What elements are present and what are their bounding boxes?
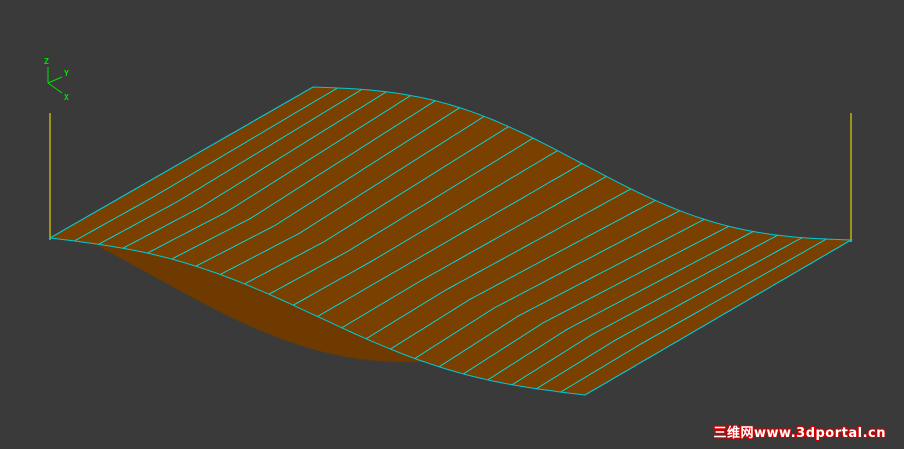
x-axis-line (47, 82, 63, 94)
y-axis-line (47, 76, 63, 84)
x-axis-label: X (64, 93, 69, 102)
watermark: 三维网www.3dportal.cn (713, 426, 886, 441)
3d-viewport[interactable]: Z Y X 三维网www.3dportal.cn (0, 0, 904, 449)
z-axis-label: Z (44, 57, 49, 66)
surface-scene (48, 86, 853, 396)
axis-gizmo: Z Y X (38, 55, 78, 105)
y-axis-label: Y (64, 69, 69, 78)
